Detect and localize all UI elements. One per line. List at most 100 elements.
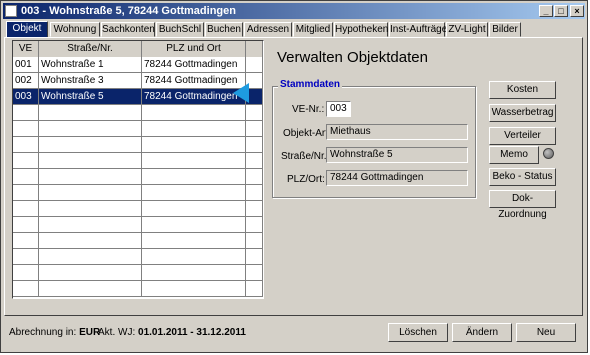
tab-hypotheken[interactable]: Hypotheken (334, 22, 388, 37)
empty-cell (246, 281, 263, 297)
ve-label: VE-Nr.: (292, 104, 325, 115)
table-row-selected[interactable]: 003 Wohnstraße 5 78244 Gottmadingen (13, 89, 263, 105)
table-row[interactable]: 002 Wohnstraße 3 78244 Gottmadingen (13, 73, 263, 89)
wasserbetrag-button[interactable]: Wasserbetrag (489, 104, 556, 122)
cell-plz: 78244 Gottmadingen (142, 73, 246, 89)
empty-row[interactable] (13, 217, 263, 233)
window-title: 003 - Wohnstraße 5, 78244 Gottmadingen (21, 5, 236, 17)
empty-cell (142, 137, 246, 153)
empty-cell (13, 169, 39, 185)
empty-row[interactable] (13, 265, 263, 281)
page-title: Verwalten Objektdaten (277, 49, 428, 66)
empty-cell (142, 105, 246, 121)
ve-field[interactable]: 003 (326, 101, 351, 117)
empty-cell (142, 169, 246, 185)
empty-cell (246, 121, 263, 137)
empty-cell (39, 169, 142, 185)
empty-cell (13, 217, 39, 233)
empty-cell (142, 217, 246, 233)
empty-cell (39, 281, 142, 297)
tab-adressen[interactable]: Adressen (244, 22, 292, 37)
title-bar[interactable]: 003 - Wohnstraße 5, 78244 Gottmadingen _… (3, 3, 585, 19)
tab-buchen[interactable]: Buchen (205, 22, 243, 37)
tab-wohnung[interactable]: Wohnung (50, 22, 100, 37)
cell-ve: 003 (13, 89, 39, 105)
empty-cell (13, 121, 39, 137)
tab-bilder[interactable]: Bilder (489, 22, 521, 37)
empty-row[interactable] (13, 105, 263, 121)
empty-cell (246, 137, 263, 153)
beko-status-button[interactable]: Beko - Status (489, 168, 556, 186)
empty-cell (246, 185, 263, 201)
tab-zv-light[interactable]: ZV-Light (446, 22, 488, 37)
table-row[interactable]: 001 Wohnstraße 1 78244 Gottmadingen (13, 57, 263, 73)
memo-status-led-icon (543, 148, 554, 159)
empty-cell (246, 233, 263, 249)
header-extra (246, 41, 263, 57)
maximize-button[interactable]: □ (554, 5, 568, 17)
abrechnung-label: Abrechnung in: (9, 327, 77, 338)
group-label: Stammdaten (278, 79, 343, 90)
cell-plz: 78244 Gottmadingen (142, 57, 246, 73)
new-button[interactable]: Neu (516, 323, 576, 342)
header-plz[interactable]: PLZ und Ort (142, 41, 246, 57)
empty-cell (142, 185, 246, 201)
edit-button[interactable]: Ändern (452, 323, 512, 342)
empty-cell (246, 249, 263, 265)
empty-cell (13, 201, 39, 217)
tab-objekt[interactable]: Objekt (6, 21, 48, 38)
empty-cell (246, 217, 263, 233)
empty-cell (39, 201, 142, 217)
empty-cell (39, 153, 142, 169)
header-street[interactable]: Straße/Nr. (39, 41, 142, 57)
plz-field[interactable]: 78244 Gottmadingen (326, 170, 468, 186)
street-field[interactable]: Wohnstraße 5 (326, 147, 468, 163)
empty-row[interactable] (13, 249, 263, 265)
status-abrechnung: Abrechnung in: EUR (9, 327, 100, 338)
cell-plz: 78244 Gottmadingen (142, 89, 246, 105)
objekt-grid[interactable]: VE Straße/Nr. PLZ und Ort 001 Wohnstraße… (12, 40, 264, 299)
cell-extra (246, 57, 263, 73)
empty-row[interactable] (13, 169, 263, 185)
empty-cell (39, 105, 142, 121)
empty-cell (39, 249, 142, 265)
empty-row[interactable] (13, 185, 263, 201)
dok-zuordnung-button[interactable]: Dok-Zuordnung (489, 190, 556, 220)
cell-street: Wohnstraße 1 (39, 57, 142, 73)
kosten-button[interactable]: Kosten (489, 81, 556, 99)
empty-row[interactable] (13, 153, 263, 169)
empty-cell (13, 233, 39, 249)
empty-cell (142, 201, 246, 217)
empty-cell (13, 249, 39, 265)
tab-mitglied[interactable]: Mitglied (293, 22, 333, 37)
empty-cell (142, 153, 246, 169)
tab-inst-auftraege[interactable]: Inst-Aufträge (389, 22, 447, 37)
selection-arrow-icon (233, 83, 249, 103)
empty-row[interactable] (13, 233, 263, 249)
empty-row[interactable] (13, 121, 263, 137)
tab-sachkonten[interactable]: Sachkonten (101, 22, 155, 37)
empty-cell (13, 153, 39, 169)
cell-street: Wohnstraße 5 (39, 89, 142, 105)
empty-cell (39, 265, 142, 281)
empty-row[interactable] (13, 281, 263, 297)
empty-cell (142, 121, 246, 137)
close-button[interactable]: × (570, 5, 584, 17)
minimize-button[interactable]: _ (539, 5, 553, 17)
delete-button[interactable]: Löschen (388, 323, 448, 342)
empty-cell (246, 153, 263, 169)
app-icon (5, 5, 17, 17)
verteiler-button[interactable]: Verteiler (489, 127, 556, 145)
wj-value: 01.01.2011 - 31.12.2011 (138, 327, 246, 338)
objekt-art-field[interactable]: Miethaus (326, 124, 468, 140)
grid-header: VE Straße/Nr. PLZ und Ort (13, 41, 263, 57)
empty-cell (13, 281, 39, 297)
tab-buchschl[interactable]: BuchSchl (156, 22, 204, 37)
empty-row[interactable] (13, 137, 263, 153)
empty-row[interactable] (13, 201, 263, 217)
wj-label: Akt. WJ: (98, 327, 136, 338)
memo-button[interactable]: Memo (489, 146, 539, 164)
empty-cell (13, 265, 39, 281)
cell-ve: 001 (13, 57, 39, 73)
header-ve[interactable]: VE (13, 41, 39, 57)
